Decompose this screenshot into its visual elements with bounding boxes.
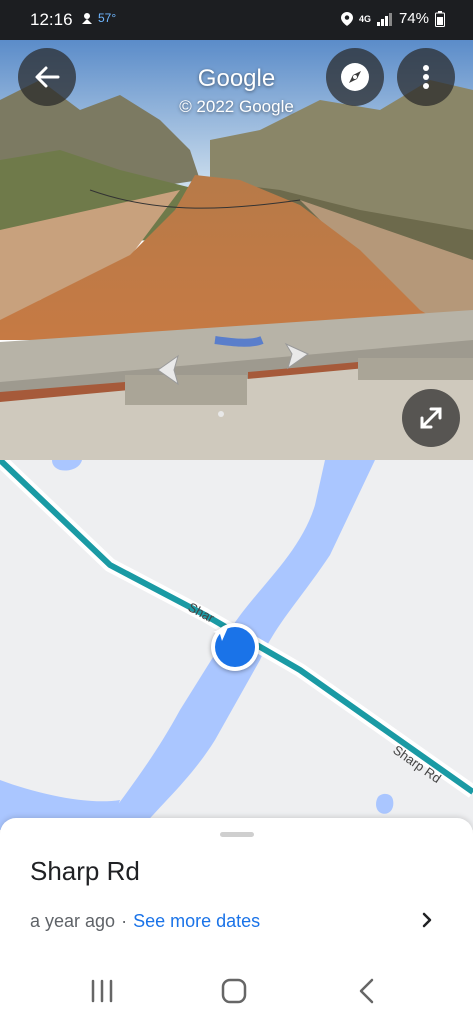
pan-left-chevron-icon[interactable] <box>150 350 186 386</box>
capture-date: a year ago <box>30 911 116 931</box>
date-row: a year ago · See more dates <box>30 911 260 932</box>
more-vertical-icon <box>423 65 429 89</box>
navigation-arrow-icon <box>213 625 229 641</box>
pagination-dot <box>218 411 224 417</box>
compass-icon <box>341 63 369 91</box>
status-time: 12:16 <box>30 10 73 29</box>
home-icon[interactable] <box>219 976 249 1006</box>
water-patch <box>376 793 394 814</box>
status-left-icons: 57° <box>80 11 116 25</box>
water-patch <box>52 460 82 471</box>
network-type: 4G <box>358 13 371 24</box>
weather-alert-icon <box>82 13 92 24</box>
date-separator: · <box>121 911 128 931</box>
street-view-panorama[interactable]: Google © 2022 Google <box>0 40 473 460</box>
back-button[interactable] <box>18 48 76 106</box>
pan-right-chevron-icon[interactable] <box>280 336 316 372</box>
fullscreen-button[interactable] <box>402 389 460 447</box>
expand-icon <box>420 407 442 429</box>
recent-apps-icon[interactable] <box>87 976 117 1006</box>
place-title: Sharp Rd <box>30 856 140 886</box>
see-more-dates-link[interactable]: See more dates <box>133 911 260 932</box>
current-location-marker[interactable] <box>211 623 259 671</box>
street-view-copyright: © 2022 Google <box>179 97 294 116</box>
more-options-button[interactable] <box>397 48 455 106</box>
status-right-icons: 4G 74% <box>340 10 445 27</box>
system-back-icon[interactable] <box>352 976 382 1006</box>
system-navigation-bar <box>0 960 473 1024</box>
battery-percent: 74% <box>398 10 429 27</box>
signal-icon <box>376 12 392 26</box>
battery-icon <box>435 10 445 27</box>
location-icon <box>340 11 353 26</box>
compass-button[interactable] <box>326 48 384 106</box>
chevron-right-icon[interactable] <box>417 910 437 930</box>
map-view[interactable]: Shar Sharp Rd <box>0 460 473 830</box>
drag-handle[interactable] <box>220 832 254 837</box>
arrow-left-icon <box>35 66 60 88</box>
status-temperature: 57° <box>98 11 117 25</box>
status-bar: 12:16 57° 4G 74% <box>0 0 473 40</box>
